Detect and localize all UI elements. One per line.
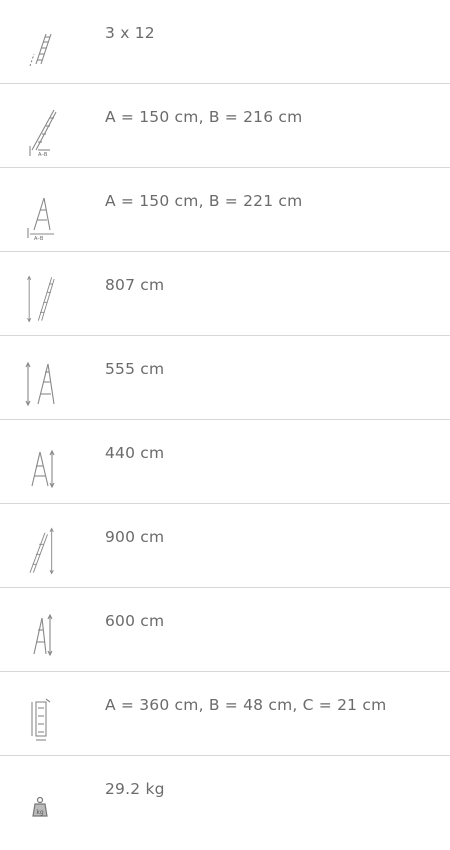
spec-row-max-extension-height: 807 cm xyxy=(0,252,450,336)
spec-row-rungs: 3 x 12 xyxy=(0,0,450,84)
folded-dimensions-icon xyxy=(20,694,60,744)
spec-row-working-height: 900 cm xyxy=(0,504,450,588)
spec-value-weight: 29.2 kg xyxy=(105,780,165,798)
spec-row-stepladder-working-height: 600 cm xyxy=(0,588,450,672)
stepladder-working-height-icon xyxy=(20,610,60,660)
a-frame-height-icon xyxy=(20,442,60,492)
weight-icon: kg xyxy=(20,778,60,828)
spec-value-combination-height: 555 cm xyxy=(105,360,165,378)
svg-text:kg: kg xyxy=(36,809,43,816)
svg-text:A–B: A–B xyxy=(34,236,44,240)
spec-value-max-extension-height: 807 cm xyxy=(105,276,165,294)
spec-value-stepladder-working-height: 600 cm xyxy=(105,612,165,630)
spec-row-a-frame-footprint: A–B A = 150 cm, B = 216 cm xyxy=(0,84,450,168)
spec-value-a-frame-height: 440 cm xyxy=(105,444,165,462)
spec-value-stepladder-footprint: A = 150 cm, B = 221 cm xyxy=(105,192,303,210)
stepladder-footprint-icon: A–B xyxy=(20,190,60,240)
spec-list: 3 x 12 A–B A = 150 cm, B = 216 cm A–B A … xyxy=(0,0,450,840)
max-extension-height-icon xyxy=(20,274,60,324)
rungs-count-icon xyxy=(20,22,60,72)
spec-row-a-frame-height: 440 cm xyxy=(0,420,450,504)
spec-row-stepladder-footprint: A–B A = 150 cm, B = 221 cm xyxy=(0,168,450,252)
spec-value-a-frame-footprint: A = 150 cm, B = 216 cm xyxy=(105,108,303,126)
spec-value-working-height: 900 cm xyxy=(105,528,165,546)
svg-text:A–B: A–B xyxy=(38,152,48,156)
spec-value-rungs: 3 x 12 xyxy=(105,24,155,42)
combination-height-icon xyxy=(20,358,60,408)
working-height-icon xyxy=(20,526,60,576)
a-frame-footprint-icon: A–B xyxy=(20,106,60,156)
spec-row-weight: kg 29.2 kg xyxy=(0,756,450,840)
spec-value-folded-dimensions: A = 360 cm, B = 48 cm, C = 21 cm xyxy=(105,696,387,714)
spec-row-combination-height: 555 cm xyxy=(0,336,450,420)
spec-row-folded-dimensions: A = 360 cm, B = 48 cm, C = 21 cm xyxy=(0,672,450,756)
